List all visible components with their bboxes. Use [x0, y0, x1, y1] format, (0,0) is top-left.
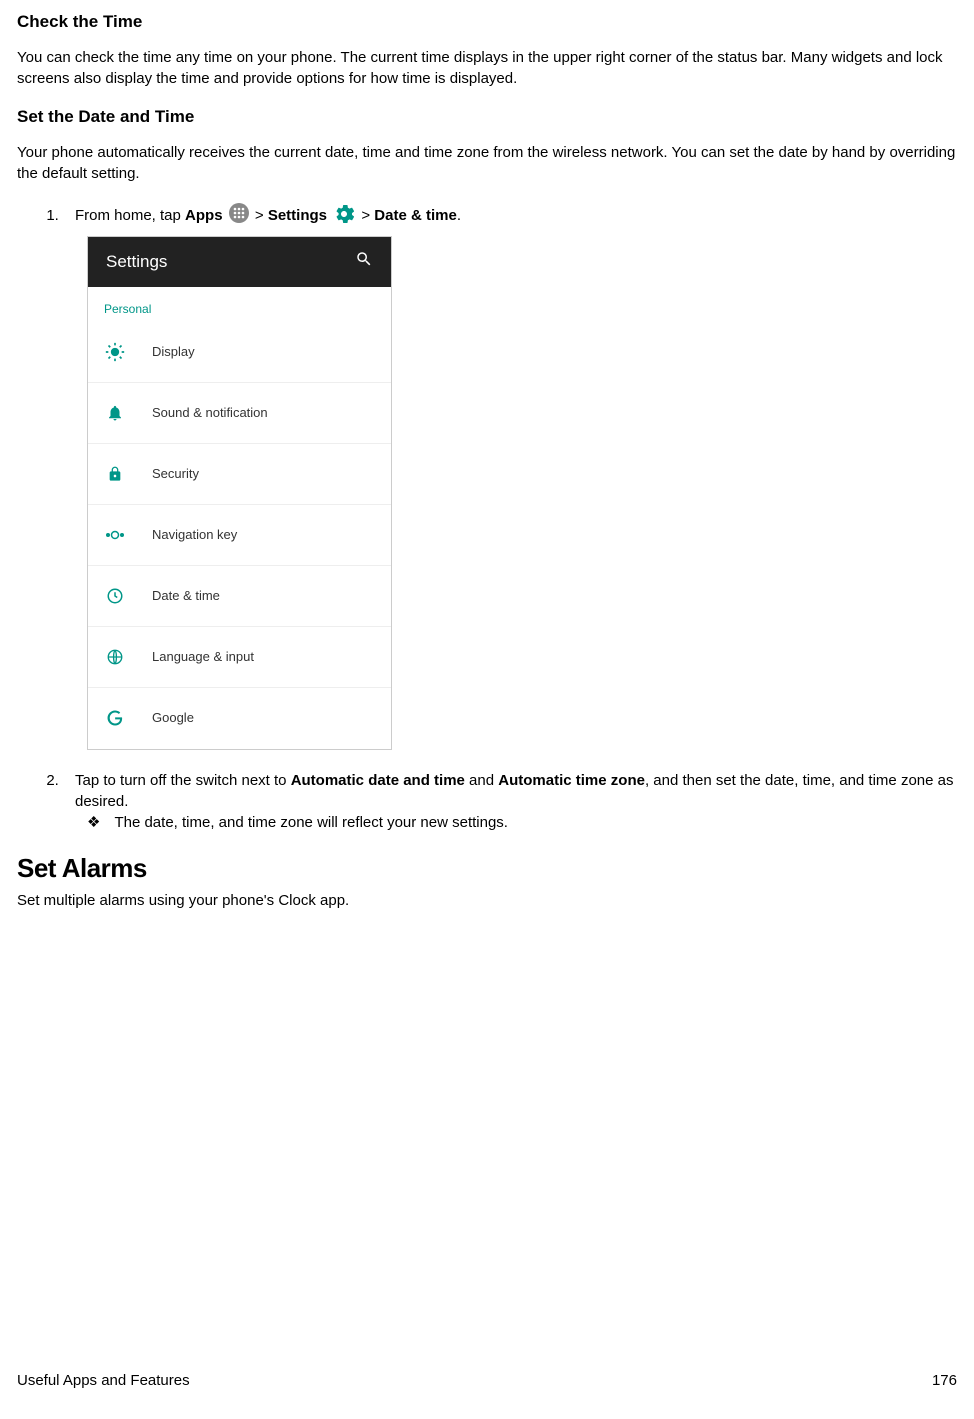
clock-icon	[104, 585, 126, 607]
row-datetime: Date & time	[88, 566, 391, 627]
settings-icon	[333, 202, 355, 230]
row-google-label: Google	[152, 709, 194, 727]
step-1: From home, tap Apps > Settings > Date & …	[63, 202, 957, 750]
step1-gt2: >	[357, 207, 374, 224]
apps-icon	[229, 203, 249, 229]
row-sound: Sound & notification	[88, 383, 391, 444]
row-datetime-label: Date & time	[152, 587, 220, 605]
screenshot-section-label: Personal	[88, 287, 391, 322]
lock-icon	[104, 463, 126, 485]
step1-prefix: From home, tap	[75, 207, 185, 224]
step2-mid: and	[465, 772, 498, 789]
screenshot-title: Settings	[106, 250, 167, 274]
heading-set-date: Set the Date and Time	[17, 107, 957, 127]
row-security-label: Security	[152, 465, 199, 483]
step1-apps: Apps	[185, 207, 223, 224]
step2-bold2: Automatic time zone	[498, 772, 645, 789]
para-set-date: Your phone automatically receives the cu…	[17, 142, 957, 184]
para-check-time: You can check the time any time on your …	[17, 47, 957, 89]
step2-prefix: Tap to turn off the switch next to	[75, 772, 291, 789]
google-icon	[104, 707, 126, 729]
navkey-icon	[104, 524, 126, 546]
row-google: Google	[88, 688, 391, 749]
search-icon	[355, 250, 373, 274]
globe-icon	[104, 646, 126, 668]
page-footer: Useful Apps and Features 176	[17, 1372, 957, 1389]
screenshot-header: Settings	[88, 237, 391, 287]
row-language-label: Language & input	[152, 648, 254, 666]
row-sound-label: Sound & notification	[152, 404, 268, 422]
footer-page-number: 176	[932, 1372, 957, 1389]
bell-icon	[104, 402, 126, 424]
step1-period: .	[457, 207, 461, 224]
step1-settings: Settings	[268, 207, 327, 224]
row-navkey: Navigation key	[88, 505, 391, 566]
row-display: Display	[88, 322, 391, 383]
para-set-alarms: Set multiple alarms using your phone's C…	[17, 890, 957, 911]
display-icon	[104, 341, 126, 363]
step-2: Tap to turn off the switch next to Autom…	[63, 770, 957, 833]
step1-datetime: Date & time	[374, 207, 457, 224]
step2-bold1: Automatic date and time	[291, 772, 465, 789]
heading-set-alarms: Set Alarms	[17, 853, 957, 884]
row-display-label: Display	[152, 343, 195, 361]
footer-left: Useful Apps and Features	[17, 1372, 190, 1389]
step1-gt1: >	[251, 207, 268, 224]
row-security: Security	[88, 444, 391, 505]
result-bullet: ❖ The date, time, and time zone will ref…	[75, 812, 957, 833]
heading-check-time: Check the Time	[17, 12, 957, 32]
result-text: The date, time, and time zone will refle…	[114, 812, 508, 833]
row-navkey-label: Navigation key	[152, 526, 237, 544]
diamond-bullet-icon: ❖	[87, 812, 100, 833]
row-language: Language & input	[88, 627, 391, 688]
settings-screenshot: Settings Personal Display Sound & notifi…	[87, 236, 392, 750]
